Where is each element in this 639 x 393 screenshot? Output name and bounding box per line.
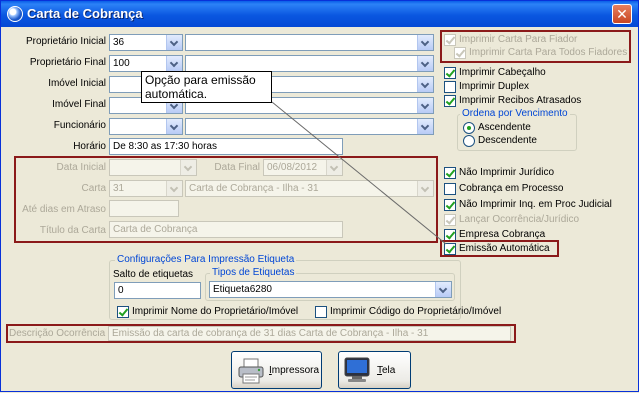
descricao-ocorrencia-label: Descrição Ocorrência xyxy=(9,328,106,339)
imovel-inicial-label: Imóvel Inicial xyxy=(48,78,106,89)
data-final-combo[interactable]: 06/08/2012 xyxy=(263,159,343,176)
printer-icon xyxy=(238,358,264,384)
emissao-automatica-label: Emissão Automática xyxy=(459,243,550,254)
carta-name: Carta de Cobrança - Ilha - 31 xyxy=(189,183,319,194)
imprimir-codigo-proprietario-label: Imprimir Código do Proprietário/Imóvel xyxy=(330,306,502,317)
titulo-carta-label: Título da Carta xyxy=(39,225,106,236)
funcionario-name-combo[interactable] xyxy=(185,118,434,135)
lancar-ocorrencia-label: Lançar Ocorrência/Jurídico xyxy=(459,214,580,225)
tipo-etiqueta-combo[interactable]: Etiqueta6280 xyxy=(209,281,452,298)
checkbox-box[interactable] xyxy=(444,183,456,195)
radio-dot[interactable] xyxy=(463,135,475,147)
imovel-final-label: Imóvel Final xyxy=(52,99,106,110)
checkbox-box[interactable] xyxy=(315,306,327,318)
tela-label-rest: ela xyxy=(382,365,396,376)
titulo-carta-input[interactable]: Carta de Cobrança xyxy=(109,221,343,238)
data-inicial-combo[interactable] xyxy=(109,159,197,176)
carta-code: 31 xyxy=(113,183,125,194)
proprietario-inicial-name-combo[interactable] xyxy=(185,34,434,51)
title-bar[interactable]: Carta de Cobrança ✕ xyxy=(1,1,638,27)
checkbox-box[interactable] xyxy=(444,34,456,46)
ordena-vencimento-title: Ordena por Vencimento xyxy=(460,108,570,119)
checkbox-box[interactable] xyxy=(444,95,456,107)
checkbox-box[interactable] xyxy=(444,81,456,93)
chevron-down-icon[interactable] xyxy=(417,98,433,113)
nao-imprimir-inq-label: Não Imprimir Inq. em Proc Judicial xyxy=(459,199,612,210)
checkbox-box[interactable] xyxy=(454,47,466,59)
data-final-value: 06/08/2012 xyxy=(267,162,318,173)
carta-cobranca-window: Carta de Cobrança ✕ Proprietário Inicial… xyxy=(0,0,639,392)
cobranca-em-processo-label: Cobrança em Processo xyxy=(459,183,564,194)
proprietario-inicial-code: 36 xyxy=(113,37,125,48)
ate-dias-atraso-label: Até dias em Atraso xyxy=(22,204,106,215)
horario-input[interactable]: De 8:30 as 17:30 horas xyxy=(109,138,343,155)
salto-etiquetas-label: Salto de etiquetas xyxy=(113,269,194,280)
emissao-automatica-tooltip: Opção para emissão automática. xyxy=(141,71,272,103)
checkbox-box[interactable] xyxy=(444,67,456,79)
ascendente-label: Ascendente xyxy=(478,122,531,133)
chevron-down-icon[interactable] xyxy=(166,35,182,50)
carta-code-combo[interactable]: 31 xyxy=(109,180,183,197)
carta-name-combo[interactable]: Carta de Cobrança - Ilha - 31 xyxy=(185,180,434,197)
proprietario-inicial-code-combo[interactable]: 36 xyxy=(109,34,183,51)
impressora-button[interactable]: Impressora xyxy=(231,351,322,389)
data-final-label: Data Final xyxy=(214,162,260,173)
tela-button[interactable]: Tela xyxy=(338,351,411,389)
chevron-down-icon[interactable] xyxy=(417,181,433,196)
imprimir-duplex-label: Imprimir Duplex xyxy=(459,81,530,92)
checkbox-box[interactable] xyxy=(117,306,129,318)
impressora-label-rest: mpressora xyxy=(271,365,320,376)
etiqueta-config-title: Configurações Para Impressão Etiqueta xyxy=(115,254,297,265)
proprietario-final-label: Proprietário Final xyxy=(29,57,106,68)
app-icon xyxy=(7,6,23,22)
chevron-down-icon[interactable] xyxy=(166,56,182,71)
checkbox-box[interactable] xyxy=(444,167,456,179)
impressora-label: Impressora xyxy=(269,365,319,376)
imprimir-carta-fiador-label: Imprimir Carta Para Fiador xyxy=(459,34,578,45)
imprimir-cabecalho-label: Imprimir Cabeçalho xyxy=(459,67,546,78)
checkbox-box[interactable] xyxy=(444,214,456,226)
funcionario-label: Funcionário xyxy=(53,120,106,131)
imprimir-carta-todos-fiadores-label: Imprimir Carta Para Todos Fiadores xyxy=(469,47,628,58)
imprimir-recibos-atrasados-label: Imprimir Recibos Atrasados xyxy=(459,95,582,106)
radio-dot[interactable] xyxy=(463,122,475,134)
chevron-down-icon[interactable] xyxy=(417,35,433,50)
tela-label: Tela xyxy=(377,365,395,376)
close-button[interactable]: ✕ xyxy=(612,4,632,24)
salto-etiquetas-input[interactable]: 0 xyxy=(114,282,201,299)
nao-imprimir-juridico-label: Não Imprimir Jurídico xyxy=(459,167,555,178)
proprietario-final-code-combo[interactable]: 100 xyxy=(109,55,183,72)
chevron-down-icon[interactable] xyxy=(326,160,342,175)
tipo-etiqueta-value: Etiqueta6280 xyxy=(213,284,272,295)
empresa-cobranca-label: Empresa Cobrança xyxy=(459,229,546,240)
funcionario-code-combo[interactable] xyxy=(109,118,183,135)
proprietario-final-name-combo[interactable] xyxy=(185,55,434,72)
horario-label: Horário xyxy=(73,141,106,152)
carta-label: Carta xyxy=(81,183,106,194)
chevron-down-icon[interactable] xyxy=(417,77,433,92)
ate-dias-atraso-input[interactable] xyxy=(109,200,179,217)
descendente-label: Descendente xyxy=(478,135,537,146)
chevron-down-icon[interactable] xyxy=(166,119,182,134)
proprietario-final-code: 100 xyxy=(113,58,130,69)
chevron-down-icon[interactable] xyxy=(417,56,433,71)
descricao-ocorrencia-input[interactable]: Emissão da carta de cobrança de 31 dias … xyxy=(108,326,511,341)
window-title: Carta de Cobrança xyxy=(27,6,143,21)
chevron-down-icon[interactable] xyxy=(180,160,196,175)
checkbox-box[interactable] xyxy=(444,199,456,211)
imprimir-nome-proprietario-label: Imprimir Nome do Proprietário/Imóvel xyxy=(132,306,299,317)
proprietario-inicial-label: Proprietário Inicial xyxy=(25,36,106,47)
monitor-icon xyxy=(344,357,370,382)
tipos-etiquetas-title: Tipos de Etiquetas xyxy=(210,267,297,278)
chevron-down-icon[interactable] xyxy=(417,119,433,134)
checkbox-box[interactable] xyxy=(444,243,456,255)
chevron-down-icon[interactable] xyxy=(166,181,182,196)
data-inicial-label: Data Inicial xyxy=(56,162,106,173)
chevron-down-icon[interactable] xyxy=(435,282,451,297)
